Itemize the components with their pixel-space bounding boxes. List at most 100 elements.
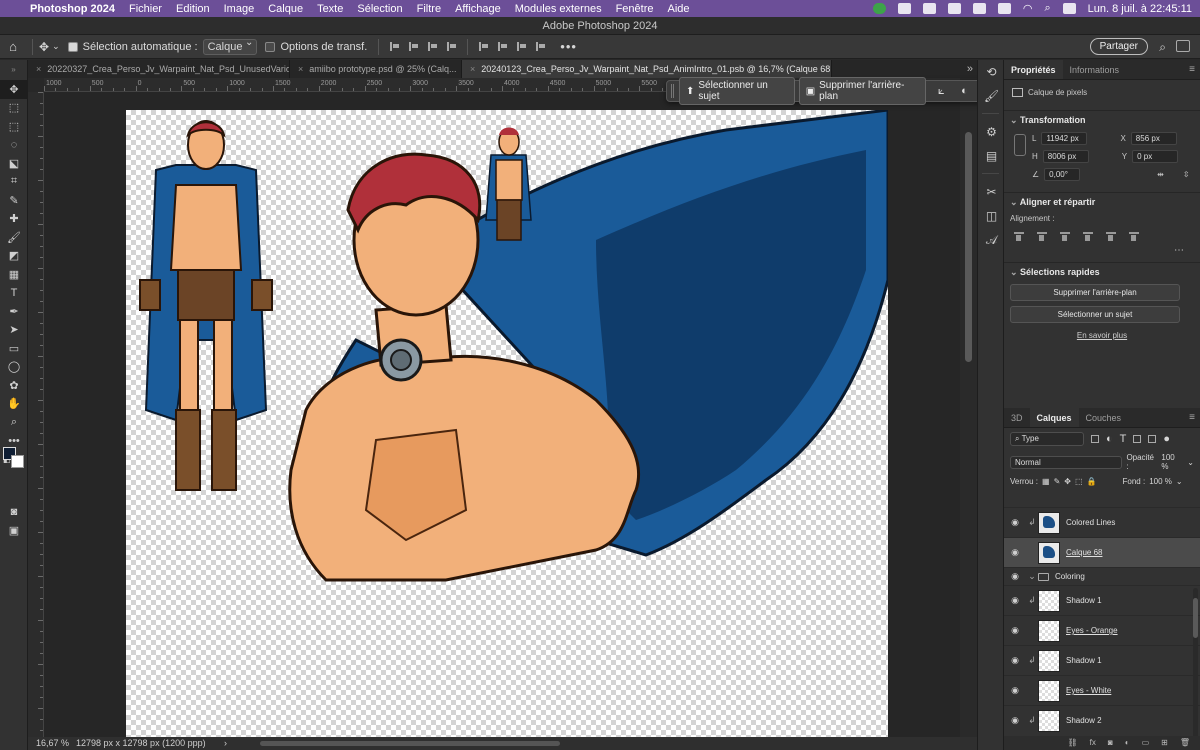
layers-scrollbar[interactable]: [1193, 588, 1198, 748]
panel-menu-icon[interactable]: ≡: [1189, 408, 1195, 428]
tools-presets-icon[interactable]: ✂: [978, 180, 1005, 204]
select-subject-button[interactable]: ⬆ Sélectionner un sujet: [678, 77, 795, 105]
scroll-thumb[interactable]: [965, 132, 972, 362]
menu-calque[interactable]: Calque: [268, 3, 303, 15]
move-tool-icon[interactable]: ✥: [0, 80, 28, 99]
object-selection-tool-icon[interactable]: ⬕: [0, 154, 28, 173]
width-field[interactable]: 11942 px: [1041, 132, 1088, 145]
crop-tool-icon[interactable]: ⌗: [0, 173, 28, 192]
tab-proprietes[interactable]: Propriétés: [1004, 60, 1063, 79]
brush-settings-icon[interactable]: 🖌: [978, 84, 1005, 108]
close-icon[interactable]: ×: [298, 64, 303, 74]
tab-document-3[interactable]: × 20240123_Crea_Perso_Jv_Warpaint_Nat_Psd…: [462, 60, 832, 78]
group-expand-chevron-icon[interactable]: ⌄: [1026, 571, 1038, 582]
align-left-icon[interactable]: [390, 42, 400, 51]
filter-shape-icon[interactable]: [1133, 435, 1142, 443]
align-left-icon[interactable]: [1014, 232, 1024, 241]
background-color-swatch[interactable]: [11, 455, 24, 468]
flip-horizontal-icon[interactable]: ⇹: [1157, 170, 1164, 179]
layer-group-row[interactable]: ◉ ⌄ Coloring: [1004, 567, 1200, 585]
move-tool-icon[interactable]: ✥: [39, 40, 49, 54]
more-align-options-icon[interactable]: ⋯: [1010, 245, 1194, 256]
adjustments-icon[interactable]: ⚙: [978, 120, 1005, 144]
transform-icon[interactable]: ⟀: [930, 85, 953, 98]
drag-handle[interactable]: [671, 84, 674, 98]
transform-heading[interactable]: Transformation: [1010, 115, 1194, 126]
lock-transparency-icon[interactable]: ▦: [1042, 477, 1050, 486]
horizontal-scrollbar[interactable]: [260, 741, 560, 746]
menu-app-name[interactable]: Photoshop 2024: [30, 3, 115, 15]
layer-row[interactable]: ◉ ↲ Colored Lines: [1004, 507, 1200, 537]
layer-style-icon[interactable]: fx: [1090, 736, 1096, 750]
chevron-down-icon[interactable]: ⌄: [1187, 458, 1194, 467]
link-layers-icon[interactable]: ⛓: [1068, 736, 1078, 750]
spotlight-search-icon[interactable]: ⌕: [1044, 2, 1050, 15]
select-subject-panel-button[interactable]: Sélectionner un sujet: [1010, 306, 1180, 323]
screen-record-icon[interactable]: [972, 3, 986, 14]
menu-image[interactable]: Image: [224, 3, 255, 15]
align-right-icon[interactable]: [428, 42, 438, 51]
tab-3d[interactable]: 3D: [1004, 408, 1030, 427]
align-middle-icon[interactable]: [1106, 232, 1116, 241]
filter-pixel-icon[interactable]: [1091, 435, 1099, 443]
auto-select-dropdown[interactable]: Calque: [202, 37, 258, 55]
close-icon[interactable]: ×: [470, 64, 475, 74]
ellipse-tool-icon[interactable]: ◯: [0, 358, 28, 377]
filter-toggle-icon[interactable]: ●: [1163, 433, 1170, 445]
delete-layer-icon[interactable]: 🗑: [1180, 736, 1190, 750]
vertical-ruler[interactable]: [28, 92, 44, 742]
align-middle-icon[interactable]: [498, 42, 508, 51]
scroll-thumb[interactable]: [1193, 598, 1198, 638]
shield-icon[interactable]: [922, 3, 936, 14]
gradient-tool-icon[interactable]: ▦: [0, 265, 28, 284]
custom-shape-tool-icon[interactable]: ✿: [0, 376, 28, 395]
visibility-eye-icon[interactable]: ◉: [1004, 547, 1026, 558]
more-options-icon[interactable]: •••: [560, 39, 577, 54]
add-mask-icon[interactable]: ◙: [1108, 736, 1113, 750]
new-group-icon[interactable]: ▭: [1142, 736, 1150, 750]
type-tool-icon[interactable]: T: [0, 284, 28, 303]
distribute-h-icon[interactable]: [447, 42, 457, 51]
remove-background-panel-button[interactable]: Supprimer l'arrière-plan: [1010, 284, 1180, 301]
libraries-icon[interactable]: ▤: [978, 144, 1005, 168]
menu-selection[interactable]: Sélection: [357, 3, 402, 15]
auto-select-checkbox[interactable]: [67, 41, 78, 52]
app-b-icon[interactable]: [947, 3, 961, 14]
visibility-eye-icon[interactable]: ◉: [1004, 571, 1026, 582]
align-right-icon[interactable]: [1060, 232, 1070, 241]
status-app-icon[interactable]: [872, 3, 886, 14]
tab-informations[interactable]: Informations: [1063, 60, 1127, 79]
menu-edition[interactable]: Edition: [176, 3, 210, 15]
healing-brush-tool-icon[interactable]: ✚: [0, 210, 28, 229]
align-center-h-icon[interactable]: [1037, 232, 1047, 241]
hand-tool-icon[interactable]: ✋: [0, 395, 28, 414]
vertical-scrollbar[interactable]: [960, 92, 977, 737]
glyphs-icon[interactable]: 𝒜: [978, 228, 1005, 252]
eyedropper-tool-icon[interactable]: ✎: [0, 191, 28, 210]
tool-preset-chevron-icon[interactable]: ⌄: [52, 41, 60, 52]
path-selection-tool-icon[interactable]: ➤: [0, 321, 28, 340]
visibility-eye-icon[interactable]: ◉: [1004, 655, 1026, 666]
layer-row-selected[interactable]: ◉ Calque 68: [1004, 537, 1200, 567]
download-icon[interactable]: [897, 3, 911, 14]
filter-adjustment-icon[interactable]: ◐: [1106, 433, 1113, 445]
align-center-h-icon[interactable]: [409, 42, 419, 51]
link-dimensions-icon[interactable]: [1014, 134, 1026, 156]
filter-type-icon[interactable]: T: [1120, 433, 1127, 445]
layer-row[interactable]: ◉ Eyes - Orange: [1004, 615, 1200, 645]
remove-background-button[interactable]: ▣ Supprimer l'arrière-plan: [798, 77, 926, 105]
tab-couches[interactable]: Couches: [1079, 408, 1129, 427]
fill-value[interactable]: 100 %: [1149, 477, 1172, 486]
status-chevron-icon[interactable]: ›: [224, 737, 227, 750]
blend-mode-dropdown[interactable]: Normal: [1010, 455, 1123, 469]
tab-document-2[interactable]: × amiibo prototype.psd @ 25% (Calq...: [290, 60, 462, 78]
visibility-eye-icon[interactable]: ◉: [1004, 625, 1026, 636]
visibility-eye-icon[interactable]: ◉: [1004, 685, 1026, 696]
align-heading[interactable]: Aligner et répartir: [1010, 197, 1194, 208]
wifi-icon[interactable]: ◠: [1023, 2, 1033, 15]
search-icon[interactable]: ⌕: [1159, 40, 1166, 55]
angle-field[interactable]: 0,00°: [1044, 168, 1081, 181]
chevron-down-icon[interactable]: ⌄: [1176, 477, 1183, 486]
opacity-value[interactable]: 100 %: [1161, 453, 1183, 471]
control-center-icon[interactable]: [1062, 3, 1076, 14]
